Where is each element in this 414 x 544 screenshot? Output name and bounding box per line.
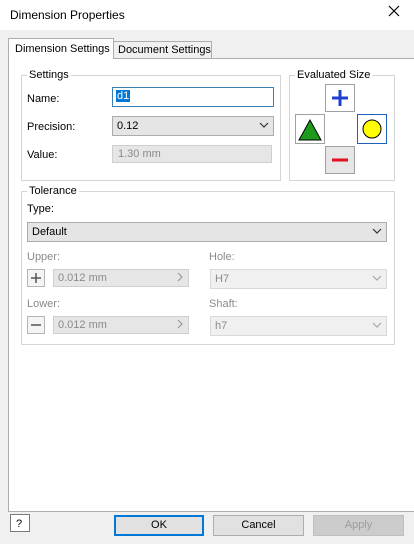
precision-value: 0.12 [117, 120, 139, 132]
upper-field: 0.012 mm [53, 269, 189, 287]
lower-minus-icon [27, 316, 45, 334]
shaft-label: Shaft: [209, 298, 238, 310]
tab-label: Document Settings [118, 44, 211, 56]
tab-dimension-settings[interactable]: Dimension Settings [8, 38, 114, 59]
chevron-down-icon [372, 272, 382, 284]
shaft-value: h7 [215, 320, 228, 332]
help-button[interactable]: ? [10, 514, 30, 532]
plus-button[interactable] [325, 84, 355, 112]
type-label: Type: [27, 203, 54, 215]
settings-group-label: Settings [27, 69, 71, 81]
tab-page: Settings Name: d1 Precision: 0.12 Value:… [8, 58, 414, 512]
chevron-down-icon [372, 319, 382, 331]
upper-value: 0.012 mm [58, 272, 107, 284]
hole-label: Hole: [209, 251, 235, 263]
minus-button[interactable] [325, 146, 355, 174]
tolerance-label: Tolerance [27, 185, 79, 197]
lower-label: Lower: [27, 298, 61, 310]
precision-label: Precision: [27, 121, 76, 133]
help-icon: ? [16, 518, 22, 530]
hole-select: H7 [210, 269, 387, 289]
title-bar: Dimension Properties [0, 0, 414, 30]
hole-value: H7 [215, 273, 230, 285]
tab-document-settings[interactable]: Document Settings [112, 41, 212, 59]
chevron-down-icon [372, 225, 382, 237]
minus-icon [332, 158, 348, 162]
name-field[interactable]: d1 [112, 87, 274, 107]
ok-button[interactable]: OK [114, 515, 204, 536]
value-value: 1.30 mm [118, 148, 161, 160]
value-field: 1.30 mm [112, 145, 272, 163]
type-value: Default [32, 226, 67, 238]
svg-text:?: ? [16, 518, 22, 530]
upper-label: Upper: [27, 251, 61, 263]
close-icon[interactable] [388, 5, 400, 21]
plus-icon [332, 90, 348, 106]
shaft-select: h7 [210, 316, 387, 336]
circle-icon [362, 119, 382, 139]
name-label: Name: [27, 93, 60, 105]
chevron-right-icon [176, 271, 184, 286]
cancel-button[interactable]: Cancel [213, 515, 304, 536]
chevron-right-icon [176, 318, 184, 333]
value-label: Value: [27, 149, 58, 161]
name-value: d1 [116, 90, 131, 102]
tab-label: Dimension Settings [15, 43, 110, 55]
dialog-window: Dimension Properties Dimension Settings … [0, 0, 414, 544]
chevron-down-icon [259, 119, 269, 131]
triangle-button[interactable] [295, 114, 325, 144]
upper-plus-icon [27, 269, 45, 287]
triangle-icon [298, 118, 322, 141]
lower-field: 0.012 mm [53, 316, 189, 334]
apply-button: Apply [313, 515, 404, 536]
window-title: Dimension Properties [10, 8, 125, 22]
precision-select[interactable]: 0.12 [112, 116, 274, 136]
evaluated-size-label: Evaluated Size [295, 69, 373, 81]
type-select[interactable]: Default [27, 222, 387, 242]
circle-button[interactable] [357, 114, 387, 144]
lower-value: 0.012 mm [58, 319, 107, 331]
